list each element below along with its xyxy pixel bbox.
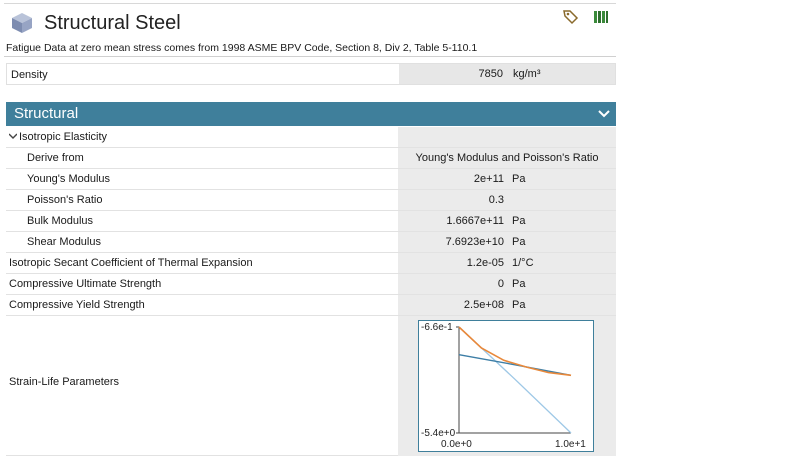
density-label: Density <box>11 69 48 81</box>
property-unit: Pa <box>512 173 526 185</box>
property-label: Poisson's Ratio <box>27 194 103 206</box>
property-label: Isotropic Secant Coefficient of Thermal … <box>9 257 253 269</box>
property-label: Derive from <box>27 152 84 164</box>
property-value-cell <box>398 127 616 147</box>
material-cube-icon <box>12 13 32 33</box>
derive-from-value: Young's Modulus and Poisson's Ratio <box>415 152 599 164</box>
property-row-youngs-modulus[interactable]: Young's Modulus 2e+11 Pa <box>6 169 616 190</box>
property-value-cell[interactable]: 0.3 <box>398 190 616 210</box>
property-unit: Pa <box>512 215 526 227</box>
property-row-bulk-modulus[interactable]: Bulk Modulus 1.6667e+11 Pa <box>6 211 616 232</box>
property-label: Bulk Modulus <box>27 215 94 227</box>
y-tick-label-min: -5.4e+0 <box>421 428 456 439</box>
header-divider <box>4 56 616 57</box>
density-row[interactable]: Density 7850 kg/m³ <box>6 63 616 85</box>
property-row-strain-life[interactable]: Strain-Life Parameters -6.6e-1 -5.4e+0 0.0… <box>6 316 616 456</box>
property-value-cell[interactable]: Young's Modulus and Poisson's Ratio <box>398 148 616 168</box>
property-value: 1.2e-05 <box>466 257 504 269</box>
material-title: Structural Steel <box>44 12 181 34</box>
series-line-1 <box>458 354 572 376</box>
property-value-cell[interactable]: 2e+11 Pa <box>398 169 616 189</box>
material-header: Structural Steel <box>4 6 616 40</box>
strain-life-chart[interactable]: -6.6e-1 -5.4e+0 0.0e+0 1.0e+1 <box>418 320 594 452</box>
property-value-cell[interactable]: 7.6923e+10 Pa <box>398 232 616 252</box>
chevron-down-icon[interactable] <box>9 132 17 140</box>
x-tick-label-max: 1.0e+1 <box>555 439 586 450</box>
property-label: Young's Modulus <box>27 173 111 185</box>
tag-icon[interactable] <box>562 8 580 26</box>
density-value: 7850 <box>478 68 503 80</box>
property-value: 2e+11 <box>473 173 504 185</box>
structural-section-header[interactable]: Structural <box>6 102 616 126</box>
material-description: Fatigue Data at zero mean stress comes f… <box>6 42 478 54</box>
property-value-cell[interactable]: 0 Pa <box>398 274 616 294</box>
structural-properties-table: Isotropic Elasticity Derive from Young's… <box>6 127 616 456</box>
property-unit: 1/°C <box>512 257 534 269</box>
property-value-cell[interactable]: -6.6e-1 -5.4e+0 0.0e+0 1.0e+1 <box>398 316 616 456</box>
property-value: 0.3 <box>488 194 504 206</box>
property-label: Compressive Yield Strength <box>9 299 145 311</box>
y-tick-label-max: -6.6e-1 <box>421 322 453 333</box>
property-value-cell[interactable]: 2.5e+08 Pa <box>398 295 616 315</box>
property-value: 7.6923e+10 <box>445 236 504 248</box>
section-title: Structural <box>14 105 79 122</box>
series-line-0 <box>458 326 572 377</box>
property-unit: Pa <box>512 236 526 248</box>
library-icon[interactable] <box>592 8 610 26</box>
property-value: 2.5e+08 <box>463 299 504 311</box>
property-row-compressive-ultimate-strength[interactable]: Compressive Ultimate Strength 0 Pa <box>6 274 616 295</box>
x-tick-label-min: 0.0e+0 <box>441 439 472 450</box>
property-row-compressive-yield-strength[interactable]: Compressive Yield Strength 2.5e+08 Pa <box>6 295 616 316</box>
property-label: Isotropic Elasticity <box>19 131 108 143</box>
property-label: Compressive Ultimate Strength <box>9 278 162 290</box>
property-row-poissons-ratio[interactable]: Poisson's Ratio 0.3 <box>6 190 616 211</box>
property-row-derive-from[interactable]: Derive from Young's Modulus and Poisson'… <box>6 148 616 169</box>
density-unit: kg/m³ <box>513 68 541 80</box>
property-row-isotropic-elasticity[interactable]: Isotropic Elasticity <box>6 127 616 148</box>
chart-svg: -6.6e-1 -5.4e+00.0e+0 1.0e+1 <box>421 322 586 450</box>
material-properties-panel: Structural Steel Fatigue Data at zero me… <box>4 0 616 457</box>
property-value-cell[interactable]: 1.2e-05 1/°C <box>398 253 616 273</box>
property-unit: Pa <box>512 299 526 311</box>
property-value: 0 <box>497 278 504 290</box>
density-value-cell[interactable]: 7850 kg/m³ <box>399 64 615 84</box>
top-divider <box>4 3 616 4</box>
property-row-thermal-expansion[interactable]: Isotropic Secant Coefficient of Thermal … <box>6 253 616 274</box>
property-row-shear-modulus[interactable]: Shear Modulus 7.6923e+10 Pa <box>6 232 616 253</box>
chevron-down-icon[interactable] <box>598 109 610 119</box>
property-label: Strain-Life Parameters <box>9 376 120 388</box>
property-unit: Pa <box>512 278 526 290</box>
property-value: 1.6667e+11 <box>446 215 504 227</box>
property-value-cell[interactable]: 1.6667e+11 Pa <box>398 211 616 231</box>
property-label: Shear Modulus <box>27 236 101 248</box>
